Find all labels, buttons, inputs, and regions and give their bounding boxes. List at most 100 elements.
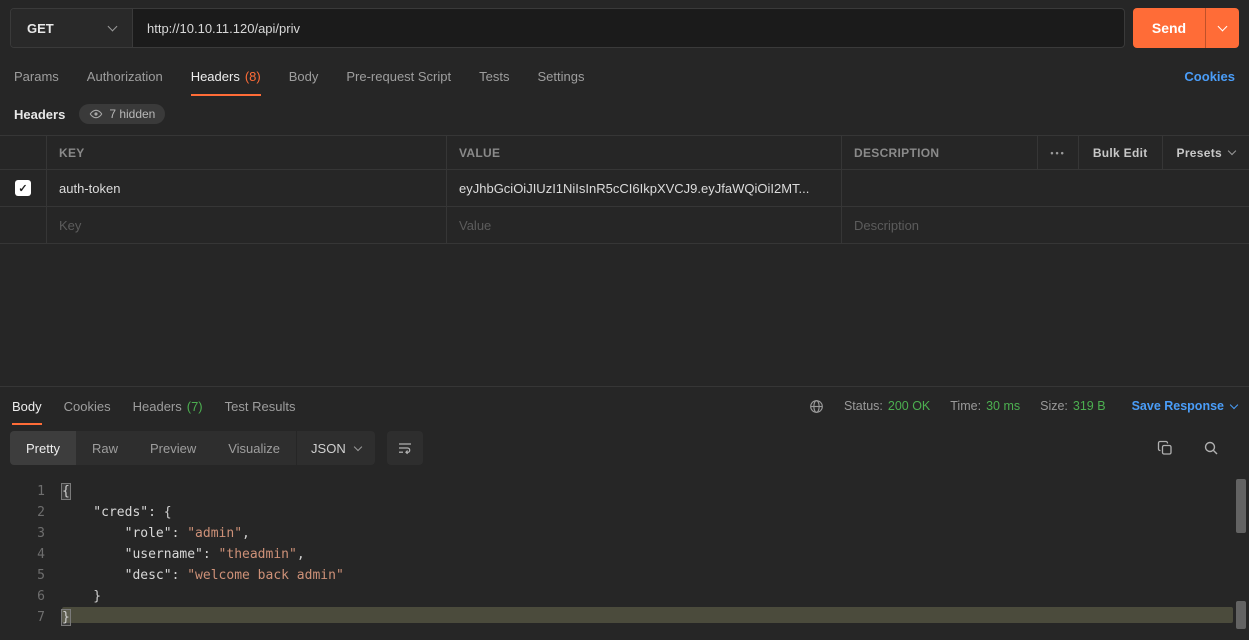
view-tab-raw[interactable]: Raw	[76, 431, 134, 465]
hidden-headers-toggle[interactable]: 7 hidden	[79, 104, 165, 124]
send-options-button[interactable]	[1205, 8, 1239, 48]
scrollbar-thumb[interactable]	[1236, 479, 1246, 533]
headers-section-bar: Headers 7 hidden	[0, 96, 1249, 132]
size-value: 319 B	[1073, 399, 1106, 413]
save-response-button[interactable]: Save Response	[1132, 399, 1237, 413]
table-header-controls: ••• Bulk Edit Presets	[1037, 136, 1249, 169]
code-line: 3 "role": "admin",	[0, 523, 1249, 544]
code-line: 6 }	[0, 586, 1249, 607]
status-value: 200 OK	[888, 399, 930, 413]
request-tab-authorization[interactable]: Authorization	[87, 56, 163, 96]
checkbox-cell	[0, 207, 46, 243]
url-box: GET	[10, 8, 1125, 48]
search-icon[interactable]	[1203, 440, 1219, 456]
line-number: 4	[0, 544, 62, 565]
header-key-cell[interactable]: auth-token	[46, 170, 446, 206]
presets-label: Presets	[1177, 146, 1222, 160]
chevron-down-icon	[1228, 147, 1236, 155]
view-tab-pretty[interactable]: Pretty	[10, 431, 76, 465]
bulk-edit-button[interactable]: Bulk Edit	[1078, 136, 1162, 169]
chevron-down-icon	[353, 442, 361, 450]
size-indicator: Size: 319 B	[1040, 399, 1105, 413]
request-tab-settings[interactable]: Settings	[537, 56, 584, 96]
line-number: 7	[0, 607, 62, 628]
request-tabs-row: Params Authorization Headers(8) Body Pre-req…	[0, 56, 1249, 96]
row-checkbox[interactable]: ✓	[15, 180, 31, 196]
checkbox-cell: ✓	[0, 170, 46, 206]
column-header-description: DESCRIPTION	[842, 146, 939, 160]
response-body-viewer: 1{2 "creds": {3 "role": "admin",4 "usern…	[0, 471, 1249, 640]
response-tab-cookies[interactable]: Cookies	[64, 387, 111, 425]
time-value: 30 ms	[986, 399, 1020, 413]
wrap-text-icon	[397, 440, 413, 456]
method-select[interactable]: GET	[11, 9, 133, 47]
presets-dropdown[interactable]: Presets	[1162, 136, 1249, 169]
headers-section-title: Headers	[14, 107, 65, 122]
chevron-down-icon	[1218, 22, 1228, 32]
request-tab-body[interactable]: Body	[289, 56, 319, 96]
code-lines: 1{2 "creds": {3 "role": "admin",4 "usern…	[0, 481, 1249, 628]
response-meta: Status: 200 OK Time: 30 ms Size: 319 B S…	[809, 399, 1237, 414]
column-header-key: KEY	[46, 136, 446, 169]
empty-header-row: Key Value Description	[0, 207, 1249, 244]
send-button[interactable]: Send	[1133, 8, 1205, 48]
status-label: Status:	[844, 399, 883, 413]
response-tabs: Body Cookies Headers(7) Test Results	[12, 387, 295, 425]
response-tab-headers[interactable]: Headers(7)	[133, 387, 203, 425]
view-group: PrettyRawPreviewVisualize	[10, 431, 296, 465]
response-tab-body[interactable]: Body	[12, 387, 42, 425]
eye-icon	[89, 107, 103, 121]
line-number: 2	[0, 502, 62, 523]
chevron-down-icon	[108, 22, 118, 32]
code-line: 1{	[0, 481, 1249, 502]
wrap-text-button[interactable]	[387, 431, 423, 465]
request-tab-headers[interactable]: Headers(8)	[191, 56, 261, 96]
time-indicator: Time: 30 ms	[950, 399, 1020, 413]
header-value-cell[interactable]: eyJhbGciOiJIUzI1NiIsInR5cCI6IkpXVCJ9.eyJ…	[446, 170, 841, 206]
table-row: ✓ auth-token eyJhbGciOiJIUzI1NiIsInR5cCI…	[0, 170, 1249, 207]
select-all-cell	[0, 136, 46, 169]
copy-icon[interactable]	[1157, 440, 1173, 456]
cookies-link[interactable]: Cookies	[1184, 69, 1235, 84]
value-input-placeholder[interactable]: Value	[446, 207, 841, 243]
request-tab-params[interactable]: Params	[14, 56, 59, 96]
time-label: Time:	[950, 399, 981, 413]
size-label: Size:	[1040, 399, 1068, 413]
code-line: 7}	[0, 607, 1249, 628]
view-tab-visualize[interactable]: Visualize	[212, 431, 296, 465]
method-label: GET	[27, 21, 54, 36]
line-number: 3	[0, 523, 62, 544]
status-indicator: Status: 200 OK	[844, 399, 930, 413]
response-pane: Body Cookies Headers(7) Test Results Status…	[0, 386, 1249, 640]
view-tab-preview[interactable]: Preview	[134, 431, 212, 465]
header-description-cell[interactable]	[841, 170, 1249, 206]
view-switcher: PrettyRawPreviewVisualize JSON	[10, 431, 375, 465]
response-tab-test-results[interactable]: Test Results	[225, 387, 296, 425]
request-tab-pre-request-script[interactable]: Pre-request Script	[346, 56, 451, 96]
vertical-scrollbar[interactable]	[1236, 471, 1246, 640]
chevron-down-icon	[1230, 400, 1238, 408]
request-tab-tests[interactable]: Tests	[479, 56, 509, 96]
more-options-icon[interactable]: •••	[1037, 136, 1077, 169]
description-input-placeholder[interactable]: Description	[841, 207, 1249, 243]
code-line: 5 "desc": "welcome back admin"	[0, 565, 1249, 586]
request-pane: GET Send Params Authorization Headers(8) Bo…	[0, 0, 1249, 386]
request-bar: GET Send	[0, 0, 1249, 56]
hidden-count-label: 7 hidden	[109, 107, 155, 121]
send-group: Send	[1133, 8, 1239, 48]
code-line: 2 "creds": {	[0, 502, 1249, 523]
column-header-value: VALUE	[446, 136, 841, 169]
table-header-row: KEY VALUE DESCRIPTION ••• Bulk Edit Pres…	[0, 136, 1249, 170]
key-input-placeholder[interactable]: Key	[46, 207, 446, 243]
scrollbar-thumb[interactable]	[1236, 601, 1246, 629]
network-globe-icon[interactable]	[809, 399, 824, 414]
language-label: JSON	[311, 441, 346, 456]
line-number: 5	[0, 565, 62, 586]
line-number: 6	[0, 586, 62, 607]
request-tabs: Params Authorization Headers(8) Body Pre-req…	[14, 56, 584, 96]
save-response-label: Save Response	[1132, 399, 1224, 413]
response-header: Body Cookies Headers(7) Test Results Status…	[0, 387, 1249, 425]
language-dropdown[interactable]: JSON	[296, 431, 375, 465]
url-input[interactable]	[133, 9, 1124, 47]
code-line: 4 "username": "theadmin",	[0, 544, 1249, 565]
